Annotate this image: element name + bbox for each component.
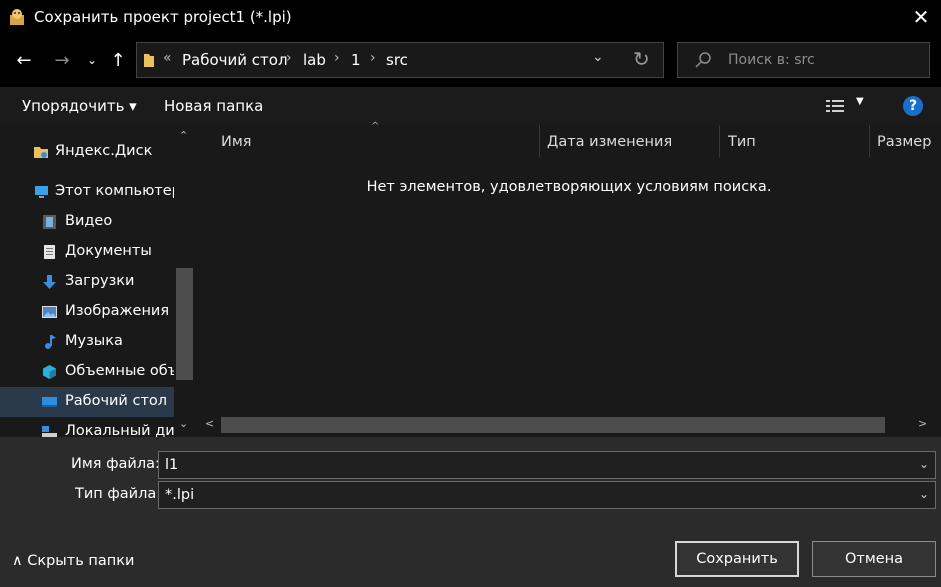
sidebar-item-local-disk[interactable]: Локальный диск [0, 417, 174, 437]
this-pc-icon [35, 186, 48, 198]
breadcrumb-desktop[interactable]: Рабочий стол [182, 51, 288, 69]
sidebar-item-label: Рабочий стол [65, 393, 168, 409]
desktop-icon [42, 397, 57, 407]
filename-input[interactable]: l1 ⌄ [158, 451, 936, 479]
sidebar-scroll-thumb[interactable] [176, 268, 193, 380]
search-placeholder[interactable]: Поиск в: src [728, 52, 815, 68]
3d-objects-icon [43, 365, 56, 379]
sidebar-item-desktop[interactable]: Рабочий стол [0, 387, 174, 417]
sidebar-item-label: Музыка [65, 333, 123, 349]
scroll-up-icon[interactable]: ⌃ [179, 129, 188, 142]
sidebar-item-label: Объемные объекты [65, 363, 174, 379]
horizontal-scroll-thumb[interactable] [221, 417, 885, 433]
sidebar-item-documents[interactable]: Документы [0, 237, 174, 267]
sidebar-item-label: Изображения [65, 303, 170, 319]
breadcrumb-separator[interactable]: › [370, 50, 376, 66]
folder-icon [144, 54, 154, 67]
organize-button[interactable]: Упорядочить ▾ [22, 97, 137, 115]
empty-message: Нет элементов, удовлетворяющих условиям … [366, 179, 772, 195]
chevron-down-icon[interactable]: ⌄ [919, 457, 929, 471]
scroll-left-icon[interactable]: < [205, 417, 214, 430]
recent-locations-button[interactable]: ⌄ [84, 46, 100, 74]
lazarus-app-icon [10, 9, 24, 25]
sidebar-item-label: Этот компьютер [55, 183, 181, 199]
column-header-name[interactable]: Имя [221, 134, 252, 150]
sidebar-item-label: Загрузки [65, 273, 135, 289]
navigation-pane: Яндекс.Диск Этот компьютер Видео Докумен… [0, 125, 197, 437]
sidebar-scrollbar[interactable]: ⌃ ⌄ [174, 125, 195, 437]
sidebar-item-video[interactable]: Видео [0, 207, 174, 237]
sidebar-item-label: Яндекс.Диск [55, 143, 153, 159]
column-divider[interactable] [869, 125, 870, 157]
breadcrumb-1[interactable]: 1 [351, 51, 361, 69]
chevron-down-icon[interactable]: ⌄ [592, 49, 604, 65]
filetype-label: Тип файла: [75, 486, 162, 502]
scroll-down-icon[interactable]: ⌄ [179, 417, 188, 430]
forward-button[interactable]: → [48, 46, 76, 74]
sidebar-item-pictures[interactable]: Изображения [0, 297, 174, 327]
column-header-type[interactable]: Тип [728, 134, 756, 150]
breadcrumb-separator[interactable]: › [334, 50, 340, 66]
filetype-select[interactable]: *.lpi ⌄ [158, 481, 936, 509]
sidebar-item-label: Видео [65, 213, 113, 229]
local-disk-icon [42, 426, 57, 437]
sidebar-item-music[interactable]: Музыка [0, 327, 174, 357]
sidebar-item-3d-objects[interactable]: Объемные объекты [0, 357, 174, 387]
yandex-disk-icon [34, 147, 48, 158]
documents-icon [44, 245, 55, 259]
column-header-date[interactable]: Дата изменения [547, 134, 672, 150]
search-box[interactable]: Поиск в: src [677, 42, 930, 78]
filename-label: Имя файла: [71, 456, 160, 472]
view-options-icon[interactable] [826, 99, 846, 113]
new-folder-button[interactable]: Новая папка [164, 97, 263, 115]
help-button[interactable]: ? [903, 96, 923, 116]
hide-folders-button[interactable]: ∧ Скрыть папки [12, 553, 134, 569]
horizontal-scrollbar[interactable]: < > [197, 415, 941, 435]
breadcrumb-src[interactable]: src [386, 51, 408, 69]
filename-value[interactable]: l1 [165, 457, 178, 473]
save-form-panel: Имя файла: l1 ⌄ Тип файла: *.lpi ⌄ ∧ Скр… [0, 437, 941, 587]
title-bar: Сохранить проект project1 (*.lpi) ✕ [0, 0, 941, 34]
column-divider[interactable] [539, 125, 540, 157]
close-button[interactable]: ✕ [903, 2, 939, 32]
address-bar[interactable]: « Рабочий стол › lab › 1 › src ⌄ ↻ [136, 42, 664, 78]
video-icon [43, 215, 56, 229]
sidebar-item-label: Локальный диск [65, 423, 174, 437]
sort-ascending-icon: ^ [371, 121, 380, 132]
music-icon [45, 335, 56, 349]
file-list[interactable]: ^ Имя Дата изменения Тип Размер Нет элем… [197, 121, 941, 437]
breadcrumb-overflow[interactable]: « [163, 50, 172, 66]
chevron-down-icon[interactable]: ⌄ [919, 487, 929, 501]
sidebar-item-this-pc[interactable]: Этот компьютер [0, 177, 181, 207]
filetype-value[interactable]: *.lpi [165, 487, 194, 503]
up-button[interactable]: ↑ [106, 46, 130, 74]
save-button[interactable]: Сохранить [675, 541, 799, 577]
cancel-button[interactable]: Отмена [812, 541, 936, 577]
sidebar-item-label: Документы [65, 243, 152, 259]
command-bar: Упорядочить ▾ Новая папка ▼ ? [0, 87, 941, 125]
downloads-icon [43, 275, 56, 289]
pictures-icon [42, 306, 57, 318]
window-title: Сохранить проект project1 (*.lpi) [34, 8, 292, 26]
column-divider[interactable] [719, 125, 720, 157]
search-icon [695, 52, 711, 68]
column-header-size[interactable]: Размер [877, 134, 931, 150]
sidebar-item-downloads[interactable]: Загрузки [0, 267, 174, 297]
breadcrumb-separator[interactable]: › [286, 50, 292, 66]
scroll-right-icon[interactable]: > [918, 417, 927, 430]
sidebar-item-yandex-disk[interactable]: Яндекс.Диск [0, 137, 174, 167]
breadcrumb-lab[interactable]: lab [303, 51, 326, 69]
view-dropdown-button[interactable]: ▼ [856, 96, 864, 107]
back-button[interactable]: ← [10, 46, 38, 74]
refresh-icon[interactable]: ↻ [633, 47, 650, 71]
